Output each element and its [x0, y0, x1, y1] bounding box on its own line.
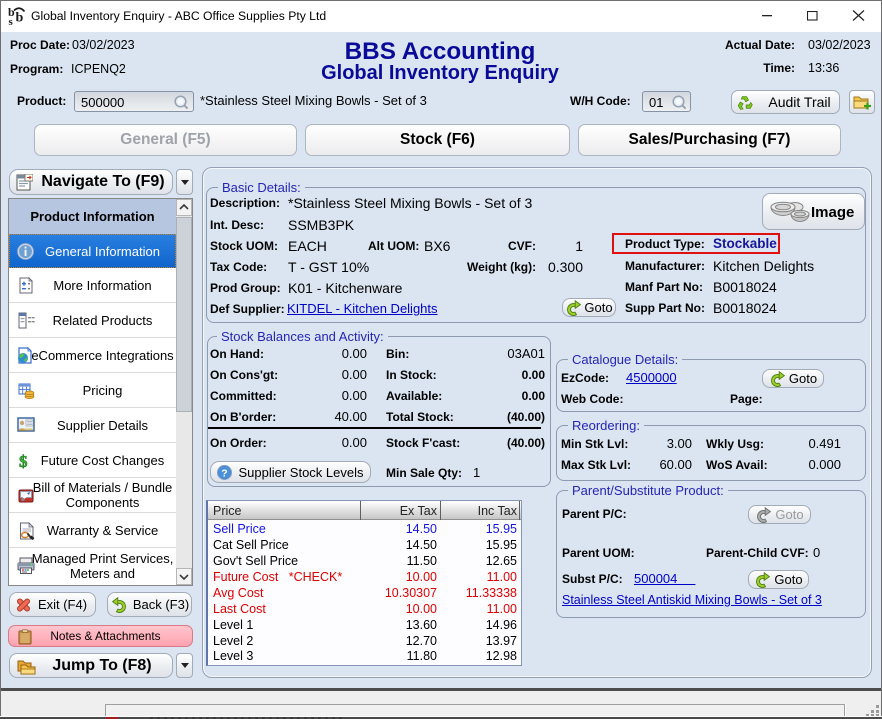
svg-text:s: s: [9, 16, 14, 27]
svg-text:b: b: [16, 11, 24, 26]
svg-text:?: ?: [222, 467, 228, 479]
